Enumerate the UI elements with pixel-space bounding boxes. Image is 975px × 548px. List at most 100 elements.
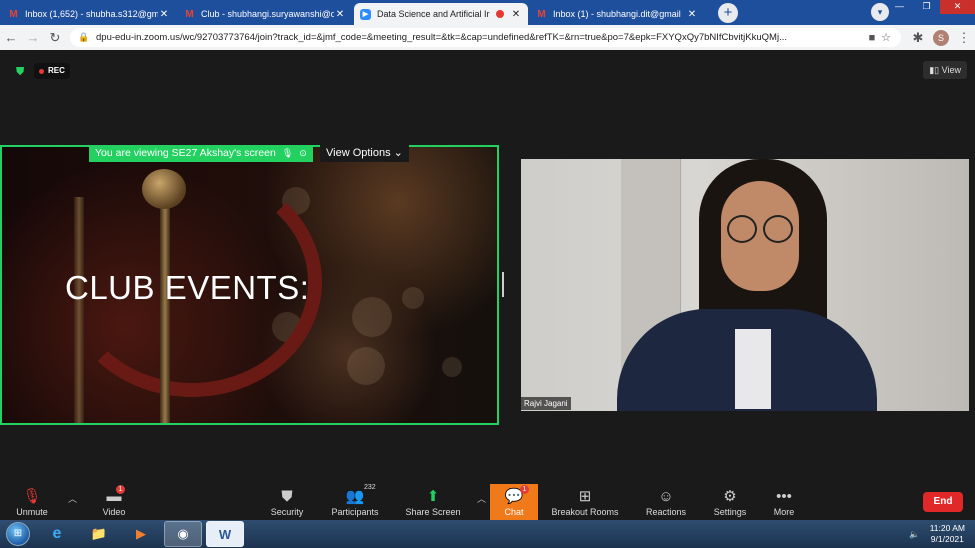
internet-explorer-icon[interactable]: e [38,521,76,547]
file-explorer-icon[interactable]: 📁 [80,521,118,547]
gmail-icon: M [185,8,194,20]
close-tab-icon[interactable]: ✕ [334,9,346,20]
close-tab-icon[interactable]: ✕ [510,9,522,20]
system-tray: 🔈 11:20 AM 9/1/2021 [909,520,965,548]
chat-button[interactable]: 1 💬 Chat [490,484,538,520]
tab-title: Club - shubhangi.suryawanshi@d [201,9,334,19]
recording-indicator-icon [496,10,504,18]
camera-icon[interactable]: ■ [865,32,879,44]
browser-tab-strip: M Inbox (1,652) - shubha.s312@gm ✕ M Clu… [0,0,975,25]
bokeh-light [347,347,385,385]
chat-label: Chat [504,507,524,517]
meeting-toolbar: 🎙 Unmute ︿ 1 ▬ Video ⛊ Security 232 👥 Pa… [0,484,975,520]
new-tab-button[interactable]: + [718,3,738,23]
profile-avatar[interactable]: S [933,29,949,46]
windows-start-icon[interactable]: ⊞ [6,522,30,546]
more-dots-icon: ••• [776,488,792,505]
shield-icon: ⛊ [281,488,293,505]
chevron-down-icon: ⌄ [393,147,403,159]
bokeh-light [402,287,424,309]
unmute-label: Unmute [16,507,48,517]
end-meeting-button[interactable]: End [923,492,963,512]
shared-screen: CLUB EVENTS: [0,145,499,425]
share-screen-button[interactable]: ⬆ Share Screen [404,484,462,520]
maximize-icon[interactable]: ❐ [913,0,940,14]
audio-options-chevron-icon[interactable]: ︿ [68,492,77,505]
gear-icon: ⚙ [723,488,737,505]
participant-name-tag: Rajvi Jagani [521,397,571,410]
unmute-button[interactable]: 🎙 Unmute [10,484,54,520]
breakout-rooms-button[interactable]: ⊞ Breakout Rooms [550,484,620,520]
browser-tab[interactable]: M Club - shubhangi.suryawanshi@d ✕ [178,3,352,25]
reload-icon[interactable]: ↻ [44,30,66,46]
participant-video[interactable] [521,159,969,411]
lock-icon[interactable]: 🔒 [78,32,90,43]
browser-tab[interactable]: M Inbox (1) - shubhangi.dit@gmail ✕ [530,3,704,25]
chrome-icon[interactable]: ◉ [164,521,202,547]
close-window-icon[interactable]: ✕ [940,0,975,14]
share-options-chevron-icon[interactable]: ︿ [477,492,486,505]
view-options-dropdown[interactable]: View Options ⌄ [320,145,409,162]
breakout-rooms-icon: ⊞ [578,488,592,505]
bokeh-light [442,357,462,377]
video-button[interactable]: 1 ▬ Video [92,484,136,520]
participants-label: Participants [331,507,379,517]
slide-title: CLUB EVENTS: [65,269,310,306]
chat-badge: 1 [520,485,529,494]
settings-button[interactable]: ⚙ Settings [708,484,752,520]
menu-kebab-icon[interactable]: ⋮ [953,30,975,46]
word-icon[interactable]: W [206,521,244,547]
media-player-icon[interactable]: ▶ [122,521,160,547]
view-options-label: View Options [326,147,391,159]
stanchion-knob [142,169,186,209]
clock-date: 9/1/2021 [930,534,964,544]
breakout-rooms-label: Breakout Rooms [551,507,619,517]
smiley-icon: ☺ [658,488,674,505]
forward-icon[interactable]: → [22,30,44,45]
windows-taskbar: ⊞ e 📁 ▶ ◉ W 🔈 11:20 AM 9/1/2021 [0,520,975,548]
bokeh-light [352,297,392,337]
address-bar-row: ← → ↻ 🔒 dpu-edu-in.zoom.us/wc/9270377376… [0,25,975,50]
more-button[interactable]: ••• More [764,484,804,520]
view-label: View [941,65,961,75]
back-icon[interactable]: ← [0,30,22,45]
minimize-icon[interactable]: — [886,0,913,14]
rec-label: REC [48,66,65,75]
share-screen-label: Share Screen [405,507,461,517]
mic-muted-icon: 🎙 [281,148,294,158]
browser-tab-active[interactable]: ▶ Data Science and Artificial Ir ✕ [354,3,528,25]
security-button[interactable]: ⛊ Security [264,484,310,520]
meeting-area: ⛊ REC ▮▯ View CLUB EVENTS: You are viewi… [0,50,975,484]
stanchion-pole [160,205,170,423]
reactions-button[interactable]: ☺ Reactions [644,484,688,520]
gmail-icon: M [9,8,18,20]
glasses-left [727,215,757,243]
security-label: Security [270,507,304,517]
viewing-screen-banner: You are viewing SE27 Akshay's screen 🎙 ⊙ [89,145,313,162]
view-icon: ▮▯ [929,65,942,75]
glasses-right [763,215,793,243]
split-resize-handle[interactable] [502,272,504,297]
encryption-shield-icon[interactable]: ⛊ [16,66,28,78]
viewing-banner-text: You are viewing SE27 Akshay's screen [95,147,276,159]
browser-tab[interactable]: M Inbox (1,652) - shubha.s312@gm ✕ [2,3,176,25]
bookmark-star-icon[interactable]: ☆ [879,31,893,44]
more-label: More [773,507,795,517]
url-text: dpu-edu-in.zoom.us/wc/92703773764/join?t… [96,32,787,43]
mic-muted-icon: 🎙 [22,488,42,505]
zoom-icon: ▶ [360,8,371,20]
record-icon: ⊙ [299,148,307,158]
close-tab-icon[interactable]: ✕ [158,9,170,20]
rec-dot-icon [39,68,44,74]
url-field[interactable]: 🔒 dpu-edu-in.zoom.us/wc/92703773764/join… [70,28,901,47]
settings-label: Settings [713,507,747,517]
view-button[interactable]: ▮▯ View [923,61,967,79]
tab-title: Inbox (1,652) - shubha.s312@gm [25,9,158,19]
clock-time: 11:20 AM [929,523,965,533]
close-tab-icon[interactable]: ✕ [686,9,698,20]
extensions-icon[interactable]: ✱ [907,30,929,46]
tab-title: Data Science and Artificial Ir [377,9,490,19]
volume-icon[interactable]: 🔈 [909,529,920,540]
clock[interactable]: 11:20 AM 9/1/2021 [930,523,965,545]
participants-button[interactable]: 232 👥 Participants [328,484,382,520]
